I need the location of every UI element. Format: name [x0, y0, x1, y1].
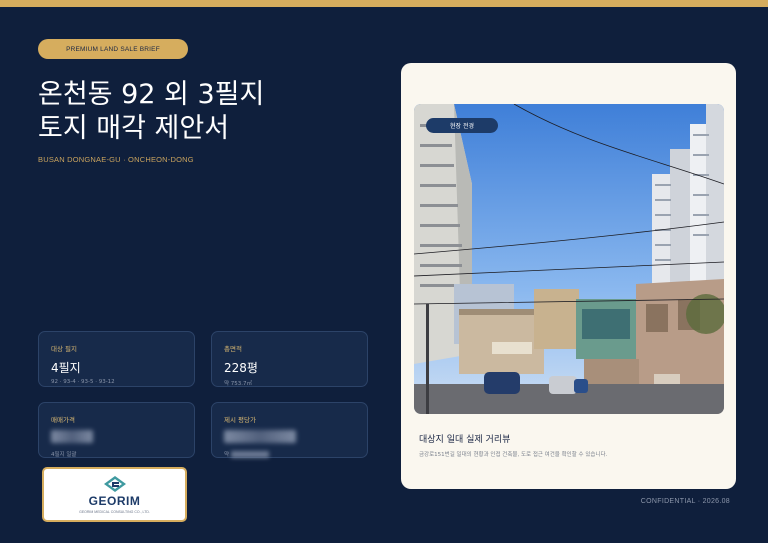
- title-line-1: 온천동 92 외 3필지: [38, 79, 265, 110]
- street-view-photo: 현장 전경: [414, 104, 724, 414]
- logo-tagline: GEORIM MEDICAL CONSULTING CO., LTD.: [79, 509, 150, 514]
- card-value: 4필지: [51, 361, 81, 375]
- photo-caption-description: 금강로151번길 일대의 현황과 인접 건축물, 도로 접근 여건을 확인할 수…: [419, 452, 608, 458]
- page-title: 온천동 92 외 3필지 토지 매각 제안서: [38, 78, 378, 146]
- company-logo: GEORIM GEORIM MEDICAL CONSULTING CO., LT…: [42, 467, 187, 522]
- redacted-price: [51, 430, 93, 443]
- card-label: 제시 평당가: [224, 416, 256, 424]
- card-note: 4필지 일괄: [51, 452, 77, 458]
- street-scene-illustration: [414, 104, 724, 414]
- logo-wordmark: GEORIM: [88, 493, 141, 508]
- card-label: 총면적: [224, 345, 242, 353]
- photo-tag: 현장 전경: [426, 118, 498, 133]
- card-note: 92 · 93-4 · 93-5 · 93-12: [51, 379, 115, 385]
- confidential-footer: CONFIDENTIAL · 2026.08: [640, 498, 730, 505]
- card-price: 매매가격 4필지 일괄: [38, 402, 195, 458]
- brief-badge: PREMIUM LAND SALE BRIEF: [38, 39, 188, 59]
- top-accent-bar: [0, 0, 768, 7]
- card-label: 대상 필지: [51, 345, 77, 353]
- redacted-note: [230, 451, 269, 458]
- card-area: 총면적 228평 약 753.7㎡: [211, 331, 368, 387]
- photo-panel: 현장 전경 대상지 일대 실제 거리뷰 금강로151번길 일대의 현황과 인접 …: [401, 63, 736, 489]
- card-unit-price: 제시 평당가 약: [211, 402, 368, 458]
- photo-caption-title: 대상지 일대 실제 거리뷰: [419, 435, 511, 445]
- title-line-2: 토지 매각 제안서: [38, 113, 230, 144]
- location-subtitle: BUSAN DONGNAE-GU · ONCHEON-DONG: [38, 155, 194, 164]
- note-prefix: 약: [224, 452, 230, 458]
- card-note: 약: [224, 450, 355, 458]
- redacted-unit-price: [224, 430, 296, 443]
- card-value: 228평: [224, 361, 258, 375]
- card-note: 약 753.7㎡: [224, 381, 253, 387]
- georim-mark-icon: [103, 475, 126, 492]
- card-parcels: 대상 필지 4필지 92 · 93-4 · 93-5 · 93-12: [38, 331, 195, 387]
- card-label: 매매가격: [51, 416, 75, 424]
